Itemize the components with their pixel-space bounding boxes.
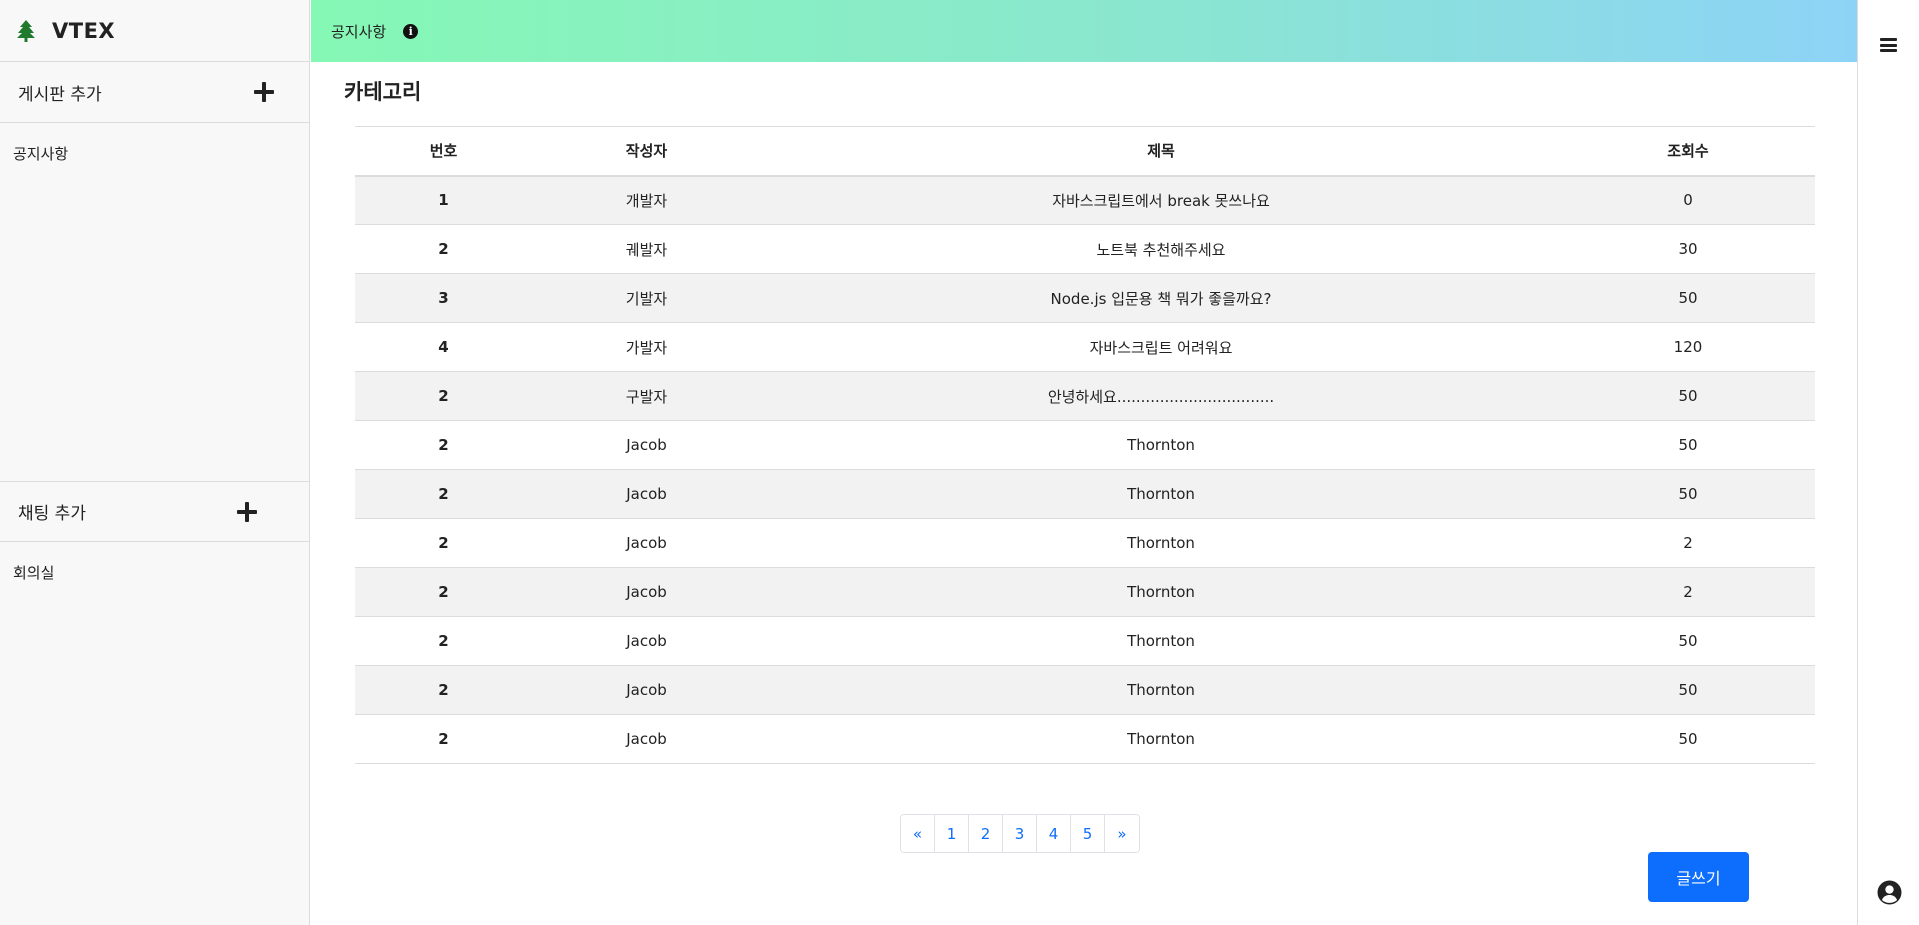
table-row[interactable]: 2 Jacob Thornton 2	[355, 567, 1815, 617]
table-row[interactable]: 4 가발자 자바스크립트 어려워요 120	[355, 322, 1815, 372]
row-title[interactable]: Thornton	[761, 714, 1561, 764]
add-board-plus-icon[interactable]	[253, 81, 275, 103]
table-row[interactable]: 1 개발자 자바스크립트에서 break 못쓰나요 0	[355, 175, 1815, 225]
row-title[interactable]: Thornton	[761, 665, 1561, 715]
page-title: 공지사항	[331, 22, 387, 41]
right-rail	[1857, 0, 1919, 925]
table-row[interactable]: 2 Jacob Thornton 50	[355, 665, 1815, 715]
col-views: 조회수	[1561, 126, 1815, 177]
top-bar: 공지사항 i	[311, 0, 1857, 62]
chat-section-header: 채팅 추가	[0, 481, 309, 542]
add-chat-label: 채팅 추가	[18, 504, 86, 524]
row-views: 0	[1561, 175, 1815, 225]
add-chat-plus-icon[interactable]	[236, 501, 258, 523]
row-views: 2	[1561, 567, 1815, 617]
logo[interactable]: VTEX	[0, 0, 309, 62]
row-title[interactable]: 자바스크립트에서 break 못쓰나요	[761, 175, 1561, 225]
add-board-label: 게시판 추가	[18, 84, 102, 105]
row-number: 4	[355, 322, 532, 372]
row-author: Jacob	[532, 420, 761, 470]
row-number: 2	[355, 420, 532, 470]
table-row[interactable]: 3 기발자 Node.js 입문용 책 뭐가 좋을까요? 50	[355, 273, 1815, 323]
row-number: 2	[355, 665, 532, 715]
row-author: Jacob	[532, 567, 761, 617]
page-2[interactable]: 2	[969, 815, 1003, 852]
board-section-header: 게시판 추가	[0, 62, 309, 123]
table-row[interactable]: 2 Jacob Thornton 2	[355, 518, 1815, 568]
col-number: 번호	[355, 126, 532, 177]
table-row[interactable]: 2 Jacob Thornton 50	[355, 616, 1815, 666]
row-author: 기발자	[532, 273, 761, 323]
row-views: 2	[1561, 518, 1815, 568]
row-views: 50	[1561, 371, 1815, 421]
table-row[interactable]: 2 구발자 안녕하세요...............................…	[355, 371, 1815, 421]
row-number: 3	[355, 273, 532, 323]
table-row[interactable]: 2 Jacob Thornton 50	[355, 714, 1815, 764]
col-author: 작성자	[532, 126, 761, 177]
table-row[interactable]: 2 궤발자 노트북 추천해주세요 30	[355, 224, 1815, 274]
info-icon[interactable]: i	[403, 23, 419, 39]
row-views: 50	[1561, 665, 1815, 715]
row-title[interactable]: Thornton	[761, 518, 1561, 568]
page-1[interactable]: 1	[935, 815, 969, 852]
row-views: 50	[1561, 616, 1815, 666]
page-prev[interactable]: «	[901, 815, 935, 852]
row-title[interactable]: Thornton	[761, 567, 1561, 617]
chat-list: 회의실	[0, 542, 309, 603]
post-table: 번호 작성자 제목 조회수 1 개발자 자바스크립트에서 break 못쓰나요 0 2 궤…	[355, 126, 1815, 764]
row-author: Jacob	[532, 518, 761, 568]
main-content: 카테고리 번호 작성자 제목 조회수 1 개발자 자바스크립트에서 break 못쓰…	[311, 62, 1857, 925]
row-title[interactable]: Thornton	[761, 420, 1561, 470]
row-title[interactable]: Thornton	[761, 469, 1561, 519]
page-4[interactable]: 4	[1037, 815, 1071, 852]
write-button[interactable]: 글쓰기	[1648, 852, 1749, 902]
row-title[interactable]: 노트북 추천해주세요	[761, 224, 1561, 274]
row-number: 1	[355, 175, 532, 225]
row-title[interactable]: 자바스크립트 어려워요	[761, 322, 1561, 372]
col-title: 제목	[761, 126, 1561, 177]
row-author: Jacob	[532, 714, 761, 764]
row-title[interactable]: 안녕하세요.................................	[761, 371, 1561, 421]
row-author: 구발자	[532, 371, 761, 421]
row-number: 2	[355, 567, 532, 617]
app-name: VTEX	[52, 18, 116, 43]
row-author: Jacob	[532, 665, 761, 715]
row-title[interactable]: Thornton	[761, 616, 1561, 666]
row-views: 50	[1561, 469, 1815, 519]
table-row[interactable]: 2 Jacob Thornton 50	[355, 420, 1815, 470]
row-number: 2	[355, 714, 532, 764]
page-5[interactable]: 5	[1071, 815, 1105, 852]
board-list: 공지사항	[0, 123, 309, 481]
page-3[interactable]: 3	[1003, 815, 1037, 852]
sidebar: VTEX 게시판 추가 공지사항 채팅 추가 회의실	[0, 0, 310, 925]
row-number: 2	[355, 224, 532, 274]
row-title[interactable]: Node.js 입문용 책 뭐가 좋을까요?	[761, 273, 1561, 323]
row-views: 30	[1561, 224, 1815, 274]
sidebar-item-meeting-room[interactable]: 회의실	[13, 562, 296, 583]
category-heading: 카테고리	[344, 80, 422, 104]
row-number: 2	[355, 518, 532, 568]
sidebar-item-notice[interactable]: 공지사항	[13, 143, 296, 164]
row-author: Jacob	[532, 469, 761, 519]
pagination: « 1 2 3 4 5 »	[900, 814, 1140, 853]
row-views: 50	[1561, 420, 1815, 470]
row-number: 2	[355, 371, 532, 421]
table-row[interactable]: 2 Jacob Thornton 50	[355, 469, 1815, 519]
row-author: 개발자	[532, 175, 761, 225]
row-number: 2	[355, 616, 532, 666]
table-header-row: 번호 작성자 제목 조회수	[355, 126, 1815, 177]
row-number: 2	[355, 469, 532, 519]
row-views: 120	[1561, 322, 1815, 372]
tree-icon	[17, 19, 35, 42]
menu-icon[interactable]	[1880, 38, 1897, 52]
row-views: 50	[1561, 714, 1815, 764]
row-author: 가발자	[532, 322, 761, 372]
row-author: 궤발자	[532, 224, 761, 274]
page-next[interactable]: »	[1105, 815, 1139, 852]
user-account-icon[interactable]	[1877, 880, 1902, 905]
row-views: 50	[1561, 273, 1815, 323]
row-author: Jacob	[532, 616, 761, 666]
